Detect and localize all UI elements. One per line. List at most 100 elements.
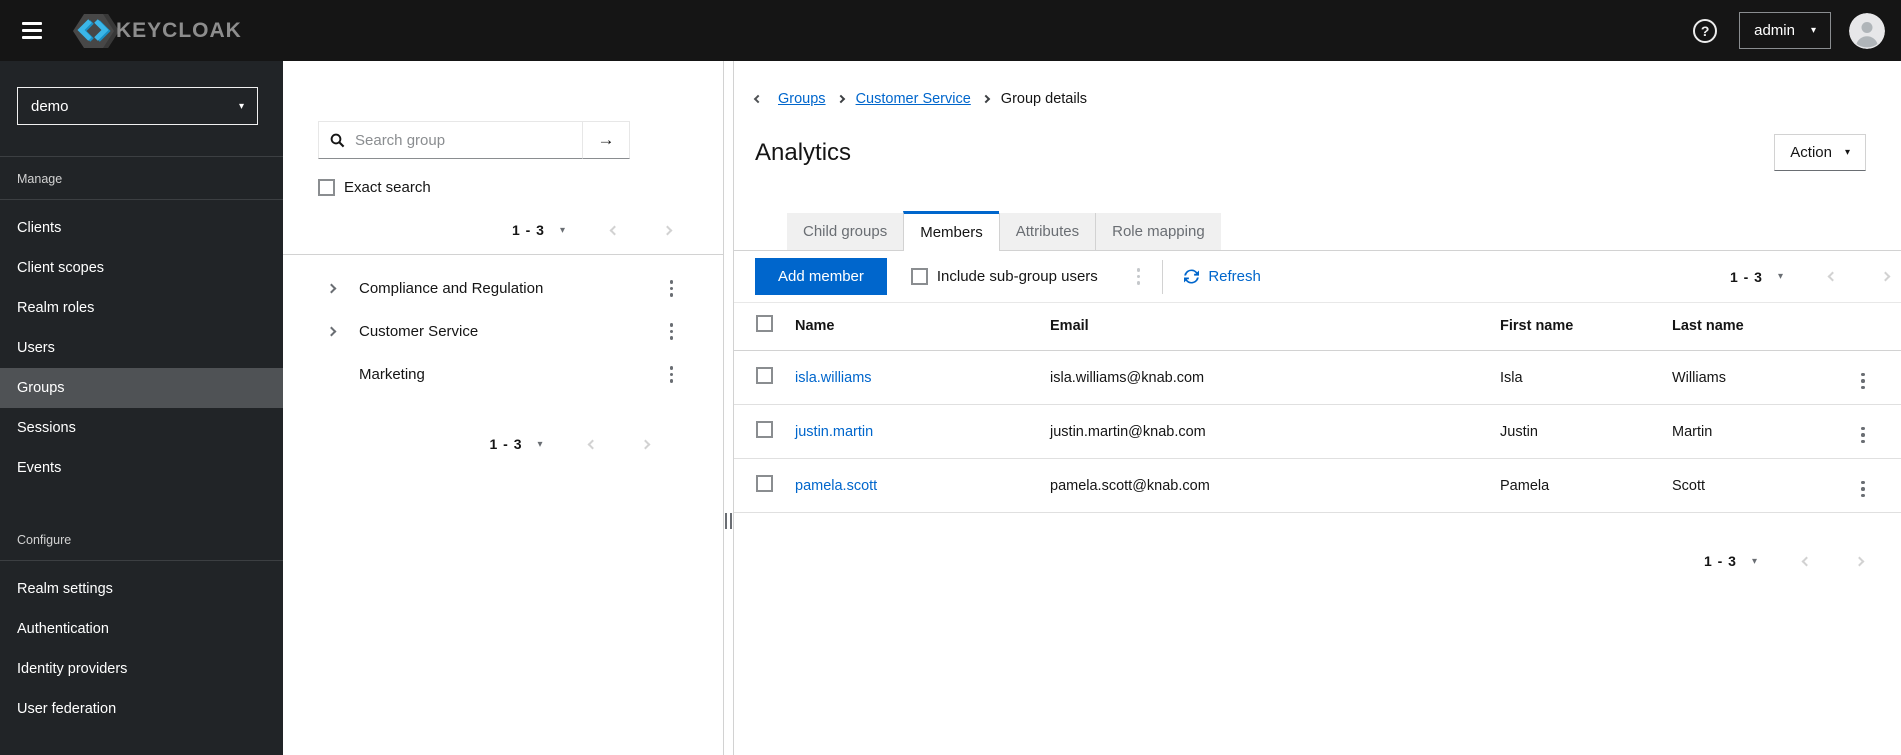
kebab-menu-icon[interactable]: [668, 278, 676, 299]
breadcrumb-separator-chevron-icon: [981, 94, 991, 104]
pagination-range: 1 - 3: [1729, 268, 1763, 285]
breadcrumb-back-chevron-icon[interactable]: [753, 94, 763, 104]
row-select-checkbox[interactable]: [756, 367, 773, 384]
next-page-icon[interactable]: [662, 225, 673, 235]
previous-page-icon[interactable]: [587, 439, 597, 449]
keycloak-logo: KEYCLOAK: [70, 11, 242, 51]
sidebar-item-user-federation[interactable]: User federation: [0, 689, 283, 729]
sidebar-item-realm-settings[interactable]: Realm settings: [0, 569, 283, 609]
next-page-icon[interactable]: [1880, 271, 1891, 282]
previous-page-icon[interactable]: [1827, 271, 1838, 282]
breadcrumb-current: Group details: [1000, 91, 1088, 107]
pagination-dropdown-caret-icon[interactable]: ▾: [560, 225, 565, 236]
sidebar-item-users[interactable]: Users: [0, 328, 283, 368]
help-icon[interactable]: ?: [1693, 18, 1718, 43]
first-name-cell: Isla: [1500, 350, 1672, 405]
next-page-icon[interactable]: [1854, 556, 1865, 566]
title-row: Analytics Action ▾: [755, 134, 1866, 171]
masthead: KEYCLOAK ? admin ▾: [0, 0, 1901, 61]
sidebar-item-realm-roles[interactable]: Realm roles: [0, 288, 283, 328]
breadcrumb-link-groups[interactable]: Groups: [778, 91, 826, 107]
username-link[interactable]: justin.martin: [795, 424, 873, 440]
include-subgroups-checkbox[interactable]: [910, 268, 928, 285]
row-kebab-menu-icon[interactable]: [1859, 479, 1867, 500]
members-table: Name Email First name Last name isla.wil…: [734, 303, 1901, 513]
tree-item-customer-service: Customer Service: [283, 310, 723, 353]
action-dropdown-button[interactable]: Action ▾: [1774, 134, 1866, 171]
kebab-menu-icon[interactable]: [668, 364, 676, 385]
username-link[interactable]: pamela.scott: [795, 478, 877, 494]
panel-resize-splitter[interactable]: [724, 61, 733, 755]
column-header-name: Name: [795, 303, 1050, 351]
tab-attributes[interactable]: Attributes: [998, 213, 1096, 250]
first-name-cell: Justin: [1500, 404, 1672, 459]
group-search-submit-arrow-icon[interactable]: →: [583, 121, 630, 159]
group-name[interactable]: Customer Service: [359, 323, 668, 340]
pagination-dropdown-caret-icon[interactable]: ▾: [1778, 271, 1783, 282]
toolbar-kebab-menu-icon[interactable]: [1135, 266, 1143, 287]
username-link[interactable]: isla.williams: [795, 370, 872, 386]
sidebar-item-client-scopes[interactable]: Client scopes: [0, 248, 283, 288]
section-title-configure: Configure: [0, 518, 283, 561]
tree-item-compliance-and-regulation: Compliance and Regulation: [283, 267, 723, 310]
tab-child-groups[interactable]: Child groups: [787, 213, 904, 250]
group-detail-tabs: Child groups Members Attributes Role map…: [734, 211, 1901, 251]
realm-selector-dropdown[interactable]: demo ▾: [17, 87, 258, 125]
expand-chevron-right-icon[interactable]: [326, 326, 340, 337]
group-search-input[interactable]: [353, 130, 574, 150]
user-menu-dropdown[interactable]: admin ▾: [1739, 12, 1831, 49]
avatar[interactable]: [1849, 12, 1885, 49]
sidebar-item-events[interactable]: Events: [0, 448, 283, 488]
last-name-cell: Williams: [1672, 350, 1859, 405]
table-row: justin.martin justin.martin@knab.com Jus…: [734, 404, 1901, 459]
row-kebab-menu-icon[interactable]: [1859, 371, 1867, 392]
members-toolbar: Add member Include sub-group users Refre…: [734, 251, 1901, 303]
breadcrumb-link-customer-service[interactable]: Customer Service: [856, 91, 971, 107]
first-name-cell: Pamela: [1500, 458, 1672, 513]
sidebar-section-configure: Configure Realm settings Authentication …: [0, 518, 283, 729]
chevron-down-icon: ▾: [1844, 147, 1850, 158]
row-select-checkbox[interactable]: [756, 475, 773, 492]
sidebar-item-authentication[interactable]: Authentication: [0, 609, 283, 649]
refresh-button[interactable]: Refresh: [1184, 268, 1261, 285]
previous-page-icon[interactable]: [609, 225, 620, 235]
pagination-range: 1 - 3: [489, 436, 523, 452]
tab-members[interactable]: Members: [903, 211, 999, 251]
sidebar-item-groups[interactable]: Groups: [0, 368, 283, 408]
add-member-button[interactable]: Add member: [755, 258, 887, 295]
brand-text: KEYCLOAK: [116, 18, 242, 42]
members-pagination-top: 1 - 3 ▾: [1729, 268, 1891, 285]
tab-role-mapping[interactable]: Role mapping: [1095, 213, 1221, 250]
next-page-icon[interactable]: [640, 439, 650, 449]
column-header-last-name: Last name: [1672, 303, 1859, 351]
sidebar-section-manage: Manage Clients Client scopes Realm roles…: [0, 157, 283, 488]
sidebar-item-identity-providers[interactable]: Identity providers: [0, 649, 283, 689]
sidebar-item-sessions[interactable]: Sessions: [0, 408, 283, 448]
previous-page-icon[interactable]: [1801, 556, 1812, 566]
sidebar: demo ▾ Manage Clients Client scopes Real…: [0, 61, 283, 755]
toolbar-divider: [1162, 259, 1164, 294]
drag-handle-icon[interactable]: [725, 513, 732, 529]
group-name[interactable]: Marketing: [359, 366, 668, 383]
group-details-main: Groups Customer Service Group details An…: [733, 61, 1901, 755]
kebab-menu-icon[interactable]: [668, 321, 676, 342]
members-pagination-bottom: 1 - 3 ▾: [734, 513, 1901, 569]
select-all-checkbox[interactable]: [756, 315, 773, 332]
group-tree: Compliance and Regulation Customer Servi…: [283, 267, 723, 396]
exact-search-row: Exact search: [318, 179, 723, 196]
pagination-range: 1 - 3: [511, 222, 545, 238]
page-title: Analytics: [755, 138, 852, 166]
pagination-range: 1 - 3: [1703, 553, 1737, 569]
pagination-dropdown-caret-icon[interactable]: ▾: [1752, 556, 1757, 567]
sidebar-item-clients[interactable]: Clients: [0, 208, 283, 248]
email-cell: justin.martin@knab.com: [1050, 404, 1500, 459]
pagination-dropdown-caret-icon[interactable]: ▾: [537, 439, 542, 450]
expand-chevron-right-icon[interactable]: [326, 283, 340, 294]
group-name[interactable]: Compliance and Regulation: [359, 280, 668, 297]
row-kebab-menu-icon[interactable]: [1859, 425, 1867, 446]
exact-search-checkbox[interactable]: [318, 179, 335, 196]
groups-pagination-bottom: 1 - 3 ▾: [349, 436, 789, 452]
breadcrumb: Groups Customer Service Group details: [753, 91, 1901, 107]
nav-toggle-hamburger-icon[interactable]: [18, 16, 46, 45]
keycloak-admin-console: KEYCLOAK ? admin ▾ demo ▾ Manage Clients…: [0, 0, 1901, 755]
